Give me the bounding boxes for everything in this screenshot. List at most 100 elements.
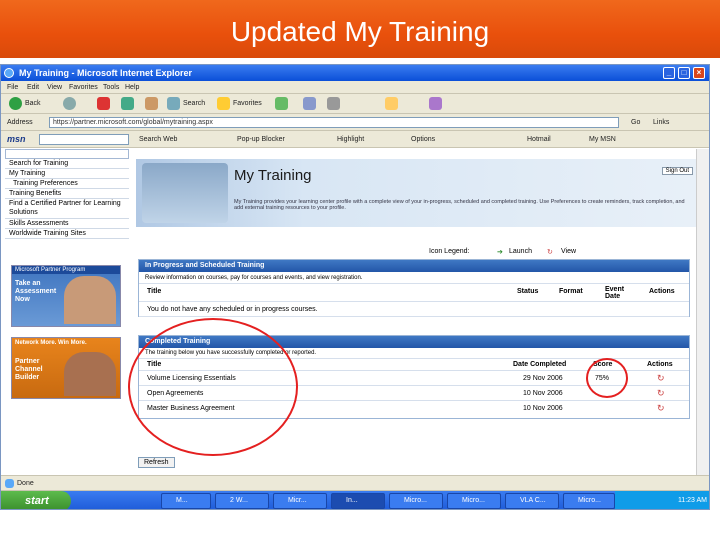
refresh-button[interactable]: Refresh bbox=[138, 457, 175, 468]
menu-help[interactable]: Help bbox=[125, 84, 139, 91]
taskbar-button[interactable]: VLA C... bbox=[505, 493, 559, 509]
date-completed: 29 Nov 2006 bbox=[523, 375, 563, 382]
menu-bar: File Edit View Favorites Tools Help bbox=[1, 81, 709, 94]
browser-screenshot: My Training - Microsoft Internet Explore… bbox=[0, 64, 710, 510]
sidebar-item-find-partner[interactable]: Find a Certified Partner for Learning So… bbox=[5, 199, 129, 219]
msn-logo: msn bbox=[7, 134, 26, 144]
forward-icon[interactable] bbox=[63, 97, 76, 110]
taskbar-button[interactable]: M... bbox=[161, 493, 211, 509]
highlight[interactable]: Highlight bbox=[337, 136, 364, 143]
popup-blocker[interactable]: Pop-up Blocker bbox=[237, 136, 285, 143]
in-progress-note: Review information on courses, pay for c… bbox=[139, 272, 689, 284]
search-label[interactable]: Search bbox=[183, 100, 205, 107]
minimize-icon[interactable]: _ bbox=[663, 67, 675, 79]
print-icon[interactable] bbox=[327, 97, 340, 110]
back-icon[interactable] bbox=[9, 97, 22, 110]
sidebar-item-preferences[interactable]: Training Preferences bbox=[5, 179, 129, 189]
banner-people-image bbox=[142, 163, 228, 223]
messenger-icon[interactable] bbox=[429, 97, 442, 110]
col-event-date: Event Date bbox=[605, 286, 625, 300]
sidebar-nav: Search for Training My Training Training… bbox=[5, 159, 129, 239]
view-label: View bbox=[561, 248, 577, 255]
taskbar-button[interactable]: In... bbox=[331, 493, 385, 509]
options[interactable]: Options bbox=[411, 136, 435, 143]
icon-legend: Icon Legend: ➔ Launch ↻ View bbox=[429, 248, 576, 256]
col-actions: Actions bbox=[647, 361, 673, 368]
system-tray: 11:23 AM bbox=[615, 491, 709, 509]
my-msn[interactable]: My MSN bbox=[589, 136, 616, 143]
menu-favorites[interactable]: Favorites bbox=[69, 84, 98, 91]
taskbar-button[interactable]: 2 W... bbox=[215, 493, 269, 509]
taskbar-button[interactable]: Micro... bbox=[447, 493, 501, 509]
address-input[interactable]: https://partner.microsoft.com/global/myt… bbox=[49, 117, 619, 128]
home-icon[interactable] bbox=[145, 97, 158, 110]
menu-file[interactable]: File bbox=[7, 84, 18, 91]
menu-view[interactable]: View bbox=[47, 84, 62, 91]
start-button[interactable]: start bbox=[1, 491, 71, 509]
status-text: Done bbox=[17, 480, 34, 487]
taskbar-button[interactable]: Micr... bbox=[273, 493, 327, 509]
sidebar-item-search-training[interactable]: Search for Training bbox=[5, 159, 129, 169]
sidebar-item-assessments[interactable]: Skills Assessments bbox=[5, 219, 129, 229]
banner-title: My Training bbox=[234, 167, 312, 184]
maximize-icon[interactable]: □ bbox=[678, 67, 690, 79]
msn-search-input[interactable] bbox=[39, 134, 129, 145]
col-actions: Actions bbox=[649, 288, 675, 295]
menu-tools[interactable]: Tools bbox=[103, 84, 119, 91]
channel-builder-ad[interactable]: Network More. Win More. Partner Channel … bbox=[11, 337, 121, 399]
col-date-completed: Date Completed bbox=[513, 361, 567, 368]
assessment-ad[interactable]: Microsoft Partner Program Take an Assess… bbox=[11, 265, 121, 327]
icon-legend-label: Icon Legend: bbox=[429, 248, 470, 255]
ad2-head: Network More. Win More. bbox=[15, 340, 87, 346]
view-action-icon[interactable]: ↻ bbox=[657, 404, 668, 413]
sidebar-item-my-training[interactable]: My Training bbox=[5, 169, 129, 179]
date-completed: 10 Nov 2006 bbox=[523, 405, 563, 412]
mail-icon[interactable] bbox=[303, 97, 316, 110]
history-icon[interactable] bbox=[275, 97, 288, 110]
folder-icon[interactable] bbox=[385, 97, 398, 110]
refresh-icon[interactable] bbox=[121, 97, 134, 110]
in-progress-section: In Progress and Scheduled Training Revie… bbox=[138, 259, 690, 317]
ie-icon bbox=[4, 68, 14, 78]
col-status: Status bbox=[517, 288, 539, 295]
msn-search-web[interactable]: Search Web bbox=[139, 136, 177, 143]
in-progress-columns: Title Status Format Event Date Actions bbox=[139, 284, 689, 302]
my-training-banner: My Training Sign Out My Training provide… bbox=[136, 159, 697, 227]
sidebar-item-worldwide[interactable]: Worldwide Training Sites bbox=[5, 229, 129, 239]
ad-brand: Microsoft Partner Program bbox=[12, 266, 120, 274]
window-title: My Training - Microsoft Internet Explore… bbox=[19, 68, 193, 78]
highlight-circle-score bbox=[586, 358, 628, 398]
links-label: Links bbox=[653, 119, 670, 126]
view-action-icon[interactable]: ↻ bbox=[657, 389, 668, 398]
in-progress-header: In Progress and Scheduled Training bbox=[139, 260, 689, 272]
search-icon[interactable] bbox=[167, 97, 180, 110]
ad-text: Take an Assessment Now bbox=[15, 280, 57, 303]
launch-icon: ➔ bbox=[497, 249, 503, 256]
status-bar: Done bbox=[1, 475, 709, 491]
address-bar: Address https://partner.microsoft.com/gl… bbox=[1, 114, 709, 131]
hotmail[interactable]: Hotmail bbox=[527, 136, 551, 143]
favorites-label[interactable]: Favorites bbox=[233, 100, 262, 107]
banner-description: My Training provides your learning cente… bbox=[234, 199, 685, 211]
go-button[interactable]: Go bbox=[631, 119, 640, 126]
taskbar-button[interactable]: Micro... bbox=[389, 493, 443, 509]
stop-icon[interactable] bbox=[97, 97, 110, 110]
sidebar-top-box bbox=[5, 149, 129, 159]
taskbar: start M... 2 W... Micr... In... Micro...… bbox=[1, 491, 709, 509]
clock: 11:23 AM bbox=[677, 497, 707, 504]
sign-out-button[interactable]: Sign Out bbox=[661, 167, 693, 175]
close-icon[interactable]: × bbox=[693, 67, 705, 79]
date-completed: 10 Nov 2006 bbox=[523, 390, 563, 397]
menu-edit[interactable]: Edit bbox=[27, 84, 39, 91]
in-progress-empty: You do not have any scheduled or in prog… bbox=[139, 302, 689, 317]
taskbar-button[interactable]: Micro... bbox=[563, 493, 615, 509]
highlight-circle-completed bbox=[128, 318, 298, 456]
sidebar-item-benefits[interactable]: Training Benefits bbox=[5, 189, 129, 199]
view-action-icon[interactable]: ↻ bbox=[657, 374, 668, 383]
vertical-scrollbar[interactable] bbox=[696, 149, 709, 475]
back-label[interactable]: Back bbox=[25, 100, 41, 107]
favorites-star-icon[interactable] bbox=[217, 97, 230, 110]
ad2-person-image bbox=[64, 352, 116, 396]
address-label: Address bbox=[7, 119, 33, 126]
slide-title: Updated My Training bbox=[0, 0, 720, 58]
